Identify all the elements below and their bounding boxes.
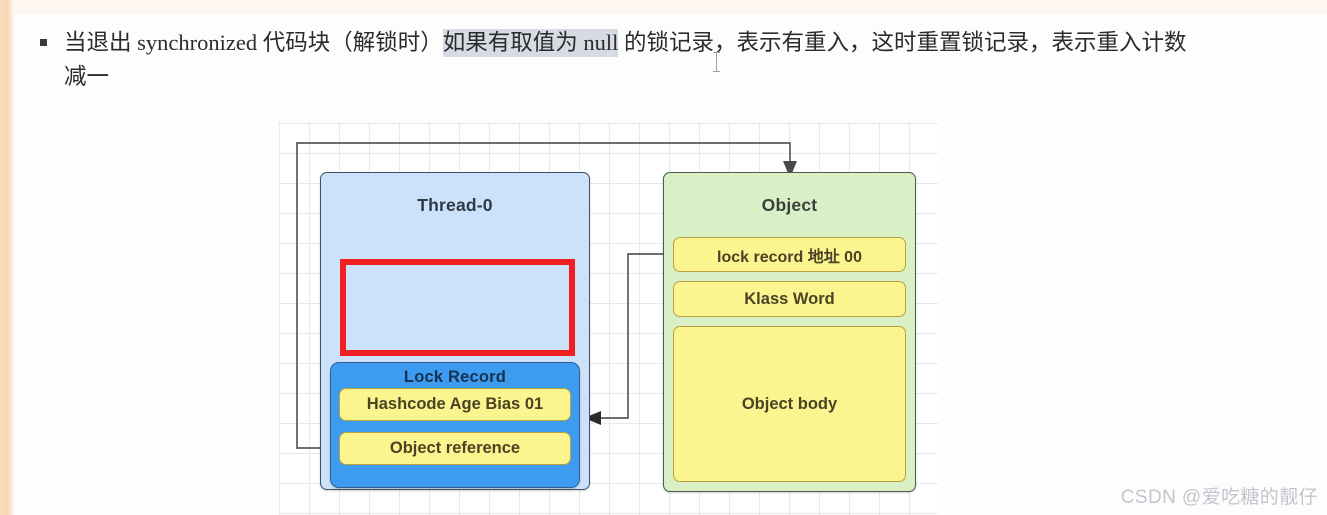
selected-text-highlight[interactable]: 如果有取值为 null	[442, 29, 619, 57]
square-bullet-icon	[40, 39, 47, 46]
object-slot-klass-word[interactable]: Klass Word	[673, 281, 906, 317]
lock-record-title: Lock Record	[403, 368, 507, 386]
object-box-title: Object	[761, 195, 818, 215]
page-gutter-strip	[0, 0, 13, 515]
text-cursor-icon	[713, 52, 720, 72]
object-slot-object-body[interactable]: Object body	[673, 326, 906, 482]
paragraph-text: 当退出 synchronized 代码块（解锁时）如果有取值为 null 的锁记…	[64, 26, 1200, 94]
paragraph-block: 当退出 synchronized 代码块（解锁时）如果有取值为 null 的锁记…	[40, 26, 1200, 94]
crossed-out-lock-record-slot[interactable]	[340, 259, 575, 356]
page-top-tint	[13, 0, 1327, 14]
lock-record-box[interactable]: Lock Record	[330, 362, 580, 488]
lock-record-slot-hashcode[interactable]: Hashcode Age Bias 01	[339, 388, 571, 421]
object-slot-mark-word[interactable]: lock record 地址 00	[673, 237, 906, 272]
thread-box-title: Thread-0	[417, 195, 493, 215]
lock-record-slot-object-reference[interactable]: Object reference	[339, 432, 571, 465]
watermark-label: CSDN @爱吃糖的靓仔	[1120, 487, 1318, 508]
paragraph-prefix: 当退出 synchronized 代码块（解锁时）	[64, 30, 443, 55]
